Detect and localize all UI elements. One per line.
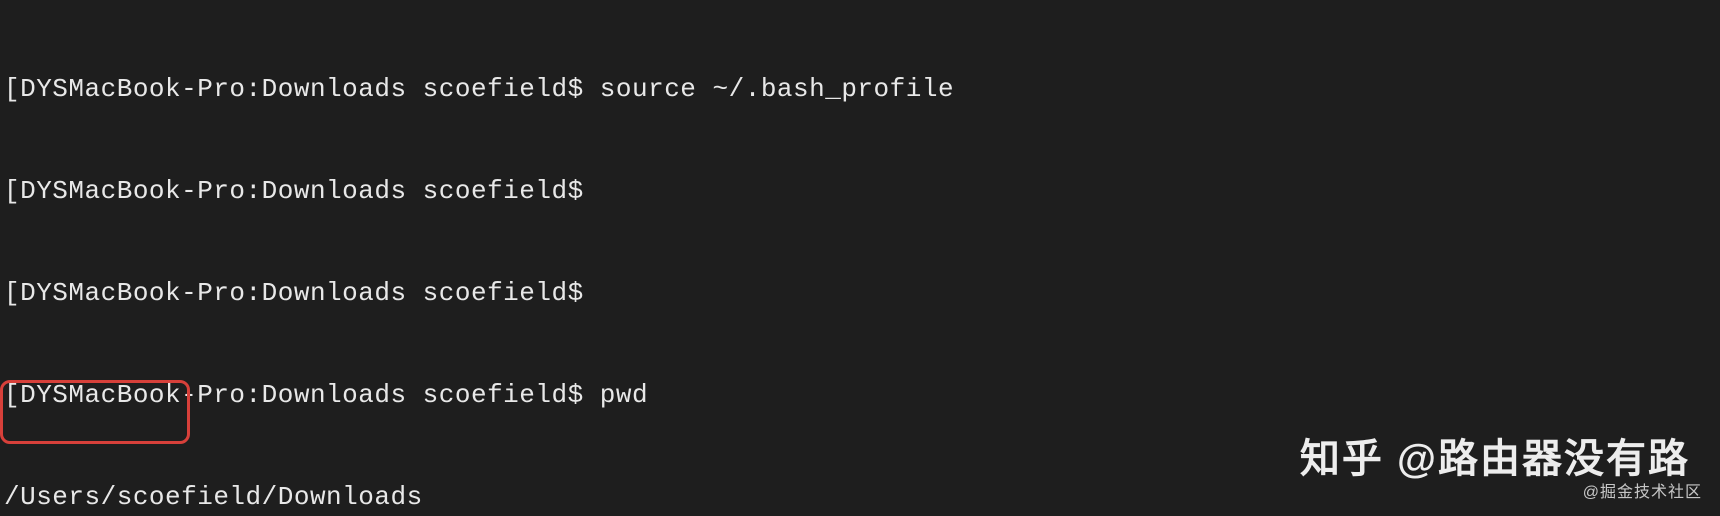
watermark-zhihu: 知乎 @路由器没有路: [1300, 442, 1690, 476]
terminal-line: [DYSMacBook-Pro:Downloads scoefield$: [0, 276, 1720, 310]
terminal-line: [DYSMacBook-Pro:Downloads scoefield$: [0, 174, 1720, 208]
terminal-line: [DYSMacBook-Pro:Downloads scoefield$ pwd: [0, 378, 1720, 412]
terminal-line: [DYSMacBook-Pro:Downloads scoefield$ sou…: [0, 72, 1720, 106]
terminal-window[interactable]: [DYSMacBook-Pro:Downloads scoefield$ sou…: [0, 0, 1720, 516]
terminal-line: /Users/scoefield/Downloads: [0, 480, 1720, 514]
watermark-juejin: @掘金技术社区: [1583, 476, 1702, 510]
